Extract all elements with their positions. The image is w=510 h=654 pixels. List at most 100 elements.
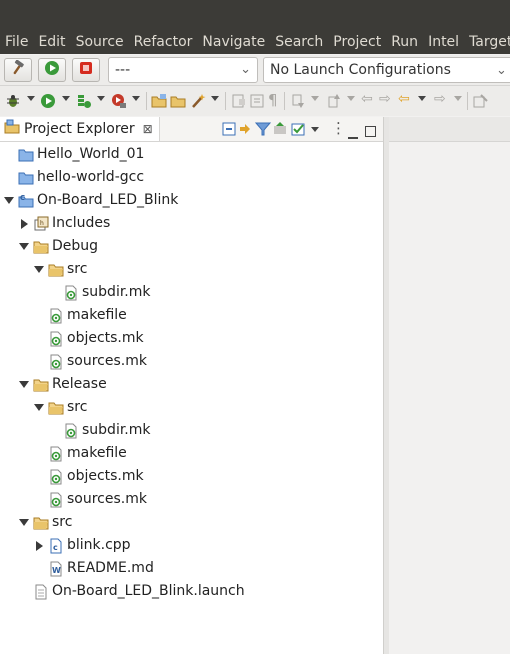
collapsed-twisty-icon[interactable] [17,217,31,231]
menu-refactor[interactable]: Refactor [129,30,198,54]
checklist-icon[interactable] [290,121,306,141]
back-dropdown-icon[interactable] [418,96,426,101]
make-file-icon [48,446,64,462]
prev-annotation-dropdown-icon[interactable] [347,96,355,101]
tree-item[interactable]: Hello_World_01 [2,143,144,166]
stop-button[interactable] [72,58,100,82]
wand-icon[interactable] [190,93,206,113]
project-closed-icon [18,170,34,186]
close-icon[interactable]: ⊠ [143,122,153,136]
last-edit-icon[interactable]: ⇦ [361,91,373,107]
expanded-twisty-icon[interactable] [32,263,46,277]
coverage-icon[interactable] [76,93,92,113]
maximize-icon[interactable] [365,122,376,141]
forward-arrow-icon[interactable]: ⇨ [434,91,446,107]
forward-dropdown-icon[interactable] [454,96,462,101]
make-file-icon [48,469,64,485]
launch-mode-combo[interactable]: --- ⌄ [108,57,258,83]
tree-item[interactable]: Release [17,373,107,396]
menu-source[interactable]: Source [71,30,129,54]
launch-button[interactable] [38,58,66,82]
editor-tab-strip [389,117,510,142]
next-annotation-dropdown-icon[interactable] [311,96,319,101]
tree-item[interactable]: src [32,258,87,281]
tree-item[interactable]: makefile [32,442,127,465]
build-button[interactable] [4,58,32,82]
expanded-twisty-icon[interactable] [17,240,31,254]
menu-intel[interactable]: Intel [423,30,464,54]
tree-item[interactable]: sources.mk [32,350,147,373]
debug-bug-icon[interactable] [5,93,21,113]
menu-edit[interactable]: Edit [33,30,70,54]
filter-icon[interactable] [254,121,272,141]
expanded-twisty-icon[interactable] [17,378,31,392]
toggle-mark-icon[interactable] [231,93,247,113]
menu-file[interactable]: File [0,30,33,54]
collapse-all-icon[interactable] [221,121,237,141]
tree-item[interactable]: subdir.mk [47,281,151,304]
pilcrow-icon[interactable]: ¶ [268,91,278,109]
tree-item-label: Debug [52,238,99,254]
open-folder-icon[interactable] [170,93,186,113]
view-menu-dropdown-icon[interactable] [311,127,319,132]
tree-item[interactable]: c blink.cpp [32,534,131,557]
project-closed-icon [18,147,34,163]
tree-item[interactable]: On-Board_LED_Blink.launch [17,580,245,603]
collapsed-twisty-icon[interactable] [32,539,46,553]
tab-project-explorer[interactable]: Project Explorer ⊠ [0,117,160,141]
menu-target[interactable]: Target [464,30,510,54]
tree-item[interactable]: subdir.mk [47,419,151,442]
link-with-editor-icon[interactable] [238,121,254,141]
debug-dropdown-icon[interactable] [27,96,35,101]
block-selection-icon[interactable] [249,93,265,113]
folder-icon [33,515,49,531]
next-annotation-icon[interactable] [290,93,306,113]
tree-item-label: Release [52,376,107,392]
tree-item[interactable]: src [32,396,87,419]
expanded-twisty-icon[interactable] [32,401,46,415]
make-file-icon [48,331,64,347]
tree-item[interactable]: makefile [32,304,127,327]
pin-editor-icon[interactable] [472,93,488,113]
tree-item[interactable]: objects.mk [32,327,144,350]
tree-item[interactable]: src [17,511,72,534]
wand-dropdown-icon[interactable] [211,96,219,101]
sync-icon[interactable] [272,121,288,141]
launch-config-combo[interactable]: No Launch Configurations [263,57,510,83]
menu-project[interactable]: Project [328,30,386,54]
menu-search[interactable]: Search [270,30,328,54]
tree-item[interactable]: Debug [17,235,98,258]
external-tools-dropdown-icon[interactable] [132,96,140,101]
view-title: Project Explorer [24,121,135,137]
make-file-icon [63,423,79,439]
coverage-dropdown-icon[interactable] [97,96,105,101]
tree-item[interactable]: sources.mk [32,488,147,511]
external-tools-icon[interactable] [111,93,127,113]
back-arrow-icon[interactable]: ⇦ [398,91,410,107]
launch-mode-value: --- [115,62,131,78]
run-dropdown-icon[interactable] [62,96,70,101]
expanded-twisty-icon[interactable] [2,194,16,208]
tree-item[interactable]: objects.mk [32,465,144,488]
tree-item-label: makefile [67,307,127,323]
tree-item[interactable]: hello-world-gcc [2,166,144,189]
chevron-down-icon: ⌄ [240,62,251,77]
run-icon[interactable] [40,93,56,113]
menu-navigate[interactable]: Navigate [197,30,270,54]
tree-item[interactable]: W README.md [32,557,154,580]
forward-edit-icon[interactable]: ⇨ [379,91,391,107]
expanded-twisty-icon[interactable] [17,516,31,530]
tree-item[interactable]: C On-Board_LED_Blink [2,189,178,212]
new-folder-icon[interactable] [151,93,167,113]
project-explorer-icon [4,119,20,139]
view-menu-icon[interactable]: ⋮ [331,119,346,137]
prev-annotation-icon[interactable] [326,93,342,113]
menu-run[interactable]: Run [386,30,423,54]
tree-item[interactable]: h Includes [17,212,110,235]
tree-item-label: objects.mk [67,468,144,484]
